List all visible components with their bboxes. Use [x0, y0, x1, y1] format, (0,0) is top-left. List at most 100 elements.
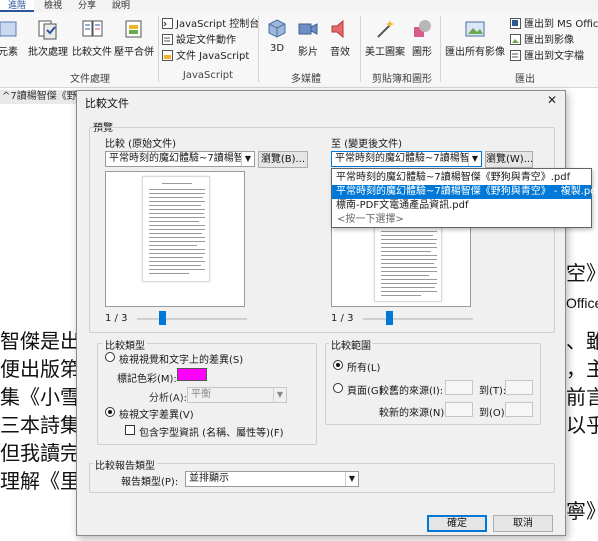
cancel-button[interactable]: 取消 — [493, 515, 553, 532]
dropdown-item[interactable]: <按一下選擇> — [332, 213, 591, 227]
group-separator — [440, 16, 441, 82]
cube-icon — [266, 18, 288, 40]
flatten-merge-button[interactable]: 壓平合併 — [114, 18, 154, 58]
video-icon — [297, 18, 319, 40]
tab-view[interactable]: 檢視 — [38, 0, 68, 12]
document-javascript-button[interactable]: 文件 JavaScript — [162, 50, 249, 63]
group-separator — [158, 16, 159, 82]
3d-button[interactable]: 3D — [264, 18, 290, 54]
radio-all-pages[interactable] — [333, 360, 343, 370]
js-console-button[interactable]: JavaScript 控制台 — [162, 18, 259, 31]
group-label-doc-processing: 文件處理 — [70, 74, 110, 85]
dropdown-item[interactable]: 標南-PDF文電通產品資訊.pdf — [332, 199, 591, 213]
tab-advanced[interactable]: 進階 — [0, 0, 34, 12]
doc-text: Office — [566, 295, 598, 311]
original-doc-label: 比較 (原始文件) — [105, 139, 176, 150]
image-export-icon — [464, 18, 486, 40]
radio-text-only[interactable] — [105, 407, 115, 417]
older-source-from-field[interactable] — [445, 380, 473, 395]
export-ms-office-button[interactable]: 匯出到 MS Office — [510, 18, 598, 31]
dialog-title: 比較文件 — [85, 97, 129, 110]
doc-text: ，主 — [566, 357, 598, 381]
changed-doc-select[interactable]: 平常時刻的魔幻體驗~7讀楊智傑 ▼ — [331, 151, 482, 167]
batch-icon — [37, 18, 59, 40]
doc-text: 便出版笫 — [0, 357, 80, 381]
compare-documents-button[interactable]: 比較文件 — [72, 18, 112, 58]
text-file-icon — [510, 50, 521, 61]
export-to-text-button[interactable]: 匯出到文字檔 — [510, 50, 584, 63]
ribbon: 元素 批次處理 比較文件 壓平合併 文件處理 JavaScript 控制台 設定… — [0, 12, 598, 88]
newer-to-label: 到(O): — [479, 408, 509, 419]
changed-slider-thumb[interactable] — [386, 311, 393, 325]
shapes-icon — [411, 18, 433, 40]
original-slider-thumb[interactable] — [159, 311, 166, 325]
radio-page-range-label: 頁面(G) — [347, 386, 383, 397]
doc-text: 集《小雪 — [0, 385, 80, 409]
action-icon — [162, 34, 173, 45]
doc-text: 智傑是出 — [0, 329, 80, 353]
clip-art-button[interactable]: 美工圖案 — [364, 18, 406, 58]
doc-text: 、雖 — [566, 329, 598, 353]
doc-text: 理解《里 — [0, 469, 80, 493]
chevron-down-icon[interactable]: ▼ — [345, 472, 358, 486]
analysis-label: 分析(A): — [149, 393, 188, 404]
set-document-action-button[interactable]: 設定文件動作 — [162, 34, 236, 47]
radio-visual-text-label: 檢視視覺和文字上的差異(S) — [119, 355, 244, 366]
speaker-icon — [329, 18, 351, 40]
compare-range-group-label: 比較範圍 — [329, 337, 373, 352]
group-separator — [360, 16, 361, 82]
mark-color-swatch[interactable] — [177, 368, 207, 381]
picture-icon — [510, 34, 521, 45]
tab-help[interactable]: 說明 — [106, 0, 136, 12]
elements-button[interactable]: 元素 — [0, 18, 20, 58]
chevron-down-icon[interactable]: ▼ — [468, 152, 481, 166]
console-icon — [162, 18, 173, 29]
doc-text: 以乎 — [566, 413, 598, 437]
ribbon-tab-bar: 進階 檢視 分享 說明 — [0, 0, 598, 12]
export-to-image-button[interactable]: 匯出到影像 — [510, 34, 574, 47]
batch-process-button[interactable]: 批次處理 — [26, 18, 70, 58]
dropdown-item[interactable]: 平常時刻的魔幻體驗~7讀楊智傑《野狗與青空》.pdf — [332, 171, 591, 185]
changed-page-slider[interactable] — [363, 318, 473, 320]
close-icon[interactable]: ✕ — [545, 93, 559, 107]
changed-doc-label: 至 (變更後文件) — [331, 139, 402, 150]
doc-text: 空》 — [566, 261, 598, 285]
original-doc-select[interactable]: 平常時刻的魔幻體驗~7讀楊智傑 ▼ — [105, 151, 255, 167]
ok-button[interactable]: 確定 — [427, 515, 487, 532]
group-label-export: 匯出 — [515, 74, 535, 85]
doc-text: 前言 — [566, 385, 598, 409]
office-icon — [510, 18, 521, 29]
shape-button[interactable]: 圖形 — [408, 18, 436, 58]
newer-source-to-field[interactable] — [505, 402, 533, 417]
newer-source-from-field[interactable] — [445, 402, 473, 417]
report-type-select[interactable]: 並排顯示 ▼ — [185, 471, 359, 487]
compare-type-group-label: 比較類型 — [103, 337, 147, 352]
older-source-label: 較舊的來源(I): — [379, 386, 444, 397]
mark-color-label: 標記色彩(M): — [117, 374, 177, 385]
chevron-down-icon[interactable]: ▼ — [273, 388, 286, 402]
page-thumbnail — [142, 176, 210, 282]
group-label-javascript: JavaScript — [182, 70, 234, 81]
report-type-group-label: 比較報告類型 — [93, 457, 157, 472]
radio-page-range[interactable] — [333, 383, 343, 393]
doc-text: 寧》 — [566, 499, 598, 523]
radio-visual-text[interactable] — [105, 352, 115, 362]
magic-wand-icon — [374, 18, 396, 40]
include-font-checkbox[interactable] — [125, 425, 135, 435]
original-page-indicator: 1 / 3 — [105, 313, 128, 324]
dropdown-item-selected[interactable]: 平常時刻的魔幻體驗~7讀楊智傑《野狗與青空》 - 複製.pdf — [332, 185, 598, 199]
original-page-slider[interactable] — [137, 318, 247, 320]
browse-original-button[interactable]: 瀏覽(B)... — [258, 151, 308, 168]
video-button[interactable]: 影片 — [294, 18, 322, 58]
js-file-icon — [162, 50, 173, 61]
older-source-to-field[interactable] — [505, 380, 533, 395]
export-all-images-button[interactable]: 匯出所有影像 — [444, 18, 506, 58]
chevron-down-icon[interactable]: ▼ — [241, 152, 254, 166]
tab-share[interactable]: 分享 — [72, 0, 102, 12]
browse-changed-button[interactable]: 瀏覽(W)... — [485, 151, 533, 168]
older-to-label: 到(T): — [479, 386, 507, 397]
audio-button[interactable]: 音效 — [326, 18, 354, 58]
flatten-icon — [123, 18, 145, 40]
changed-page-indicator: 1 / 3 — [331, 313, 354, 324]
analysis-select[interactable]: 平衡 ▼ — [187, 387, 287, 403]
